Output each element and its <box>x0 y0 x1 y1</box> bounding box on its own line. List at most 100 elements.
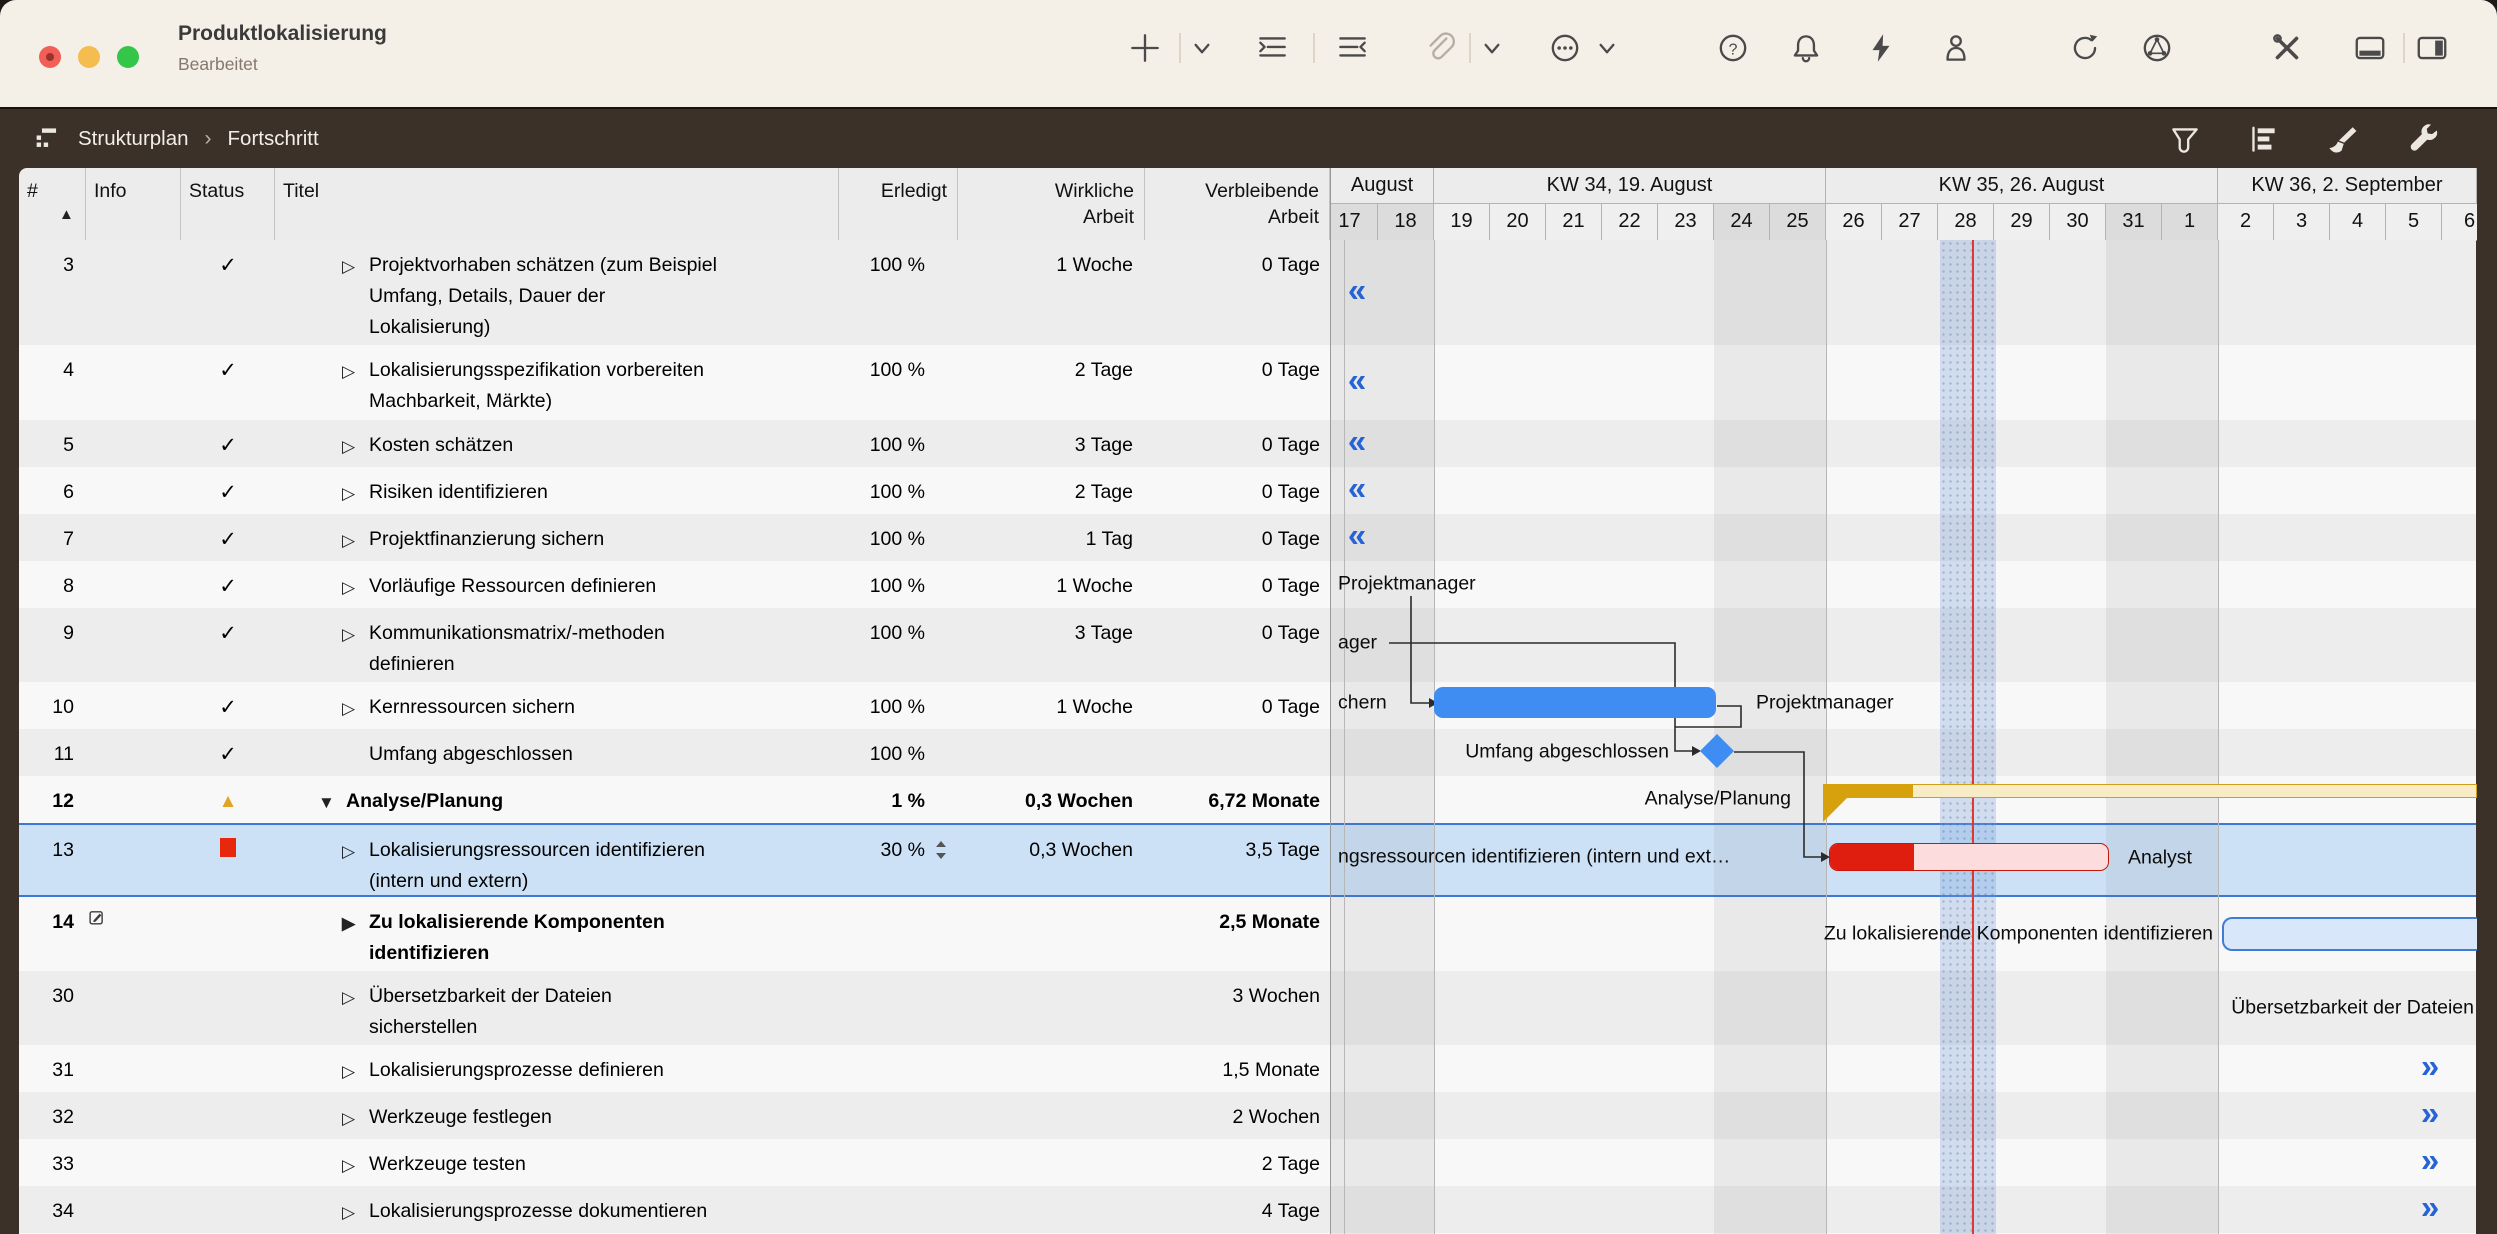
offscreen-left-icon[interactable]: « <box>1348 271 1366 309</box>
task-title: Umfang abgeschlossen <box>369 739 839 770</box>
offscreen-right-icon[interactable]: » <box>2421 1094 2439 1132</box>
outdent-icon[interactable] <box>1334 30 1370 66</box>
network-icon[interactable] <box>2139 30 2175 66</box>
check-icon: ✓ <box>219 622 237 645</box>
column-header-wirkliche[interactable]: WirklicheArbeit <box>958 168 1145 240</box>
task-title-cell: ▶Zu lokalisierende Komponentenidentifizi… <box>275 897 839 969</box>
milestone-diamond[interactable] <box>1697 731 1737 771</box>
disclosure-triangle[interactable]: ▶ <box>342 908 355 939</box>
disclosure-triangle[interactable]: ▷ <box>342 836 355 867</box>
day-header-cell: 30 <box>2050 204 2106 240</box>
note-icon[interactable] <box>88 909 112 933</box>
svg-text:?: ? <box>1729 41 1738 58</box>
offscreen-right-icon[interactable]: » <box>2421 1047 2439 1085</box>
disclosure-triangle[interactable]: ▷ <box>342 431 355 462</box>
disclosure-triangle[interactable]: ▼ <box>318 787 335 818</box>
day-header-cell: 20 <box>1490 204 1546 240</box>
minimize-button[interactable] <box>78 46 100 68</box>
erledigt-value: 100 % <box>839 608 925 649</box>
offscreen-left-icon[interactable]: « <box>1348 422 1366 460</box>
gantt-label: chern <box>1338 692 1387 715</box>
zoom-button[interactable] <box>117 46 139 68</box>
verbleibende-arbeit-value: 0 Tage <box>1145 420 1320 461</box>
tools-icon[interactable] <box>2269 30 2305 66</box>
chevron-down-icon[interactable] <box>1474 30 1510 66</box>
task-number: 9 <box>19 608 74 649</box>
percent-stepper[interactable] <box>934 839 948 861</box>
paperclip-icon[interactable] <box>1421 30 1457 66</box>
offscreen-right-icon[interactable]: » <box>2421 1141 2439 1179</box>
wirkliche-arbeit-value <box>958 897 1133 907</box>
disclosure-triangle[interactable]: ▷ <box>342 572 355 603</box>
brush-icon[interactable] <box>2321 122 2359 158</box>
disclosure-triangle[interactable]: ▷ <box>342 982 355 1013</box>
bell-icon[interactable] <box>1788 30 1824 66</box>
close-button[interactable] <box>39 46 61 68</box>
column-header-num[interactable]: #▲ <box>19 168 86 240</box>
gantt-label: ngsressourcen identifizieren (intern und… <box>1338 846 1730 869</box>
gantt-chart: ProjektmanageragerchernProjektmanagerUmf… <box>1330 240 2477 1234</box>
verbleibende-arbeit-value: 0 Tage <box>1145 345 1320 386</box>
offscreen-left-icon[interactable]: « <box>1348 361 1366 399</box>
task-title: Vorläufige Ressourcen definieren <box>369 571 839 602</box>
day-header-cell: 23 <box>1658 204 1714 240</box>
check-icon: ✓ <box>219 254 237 277</box>
disclosure-triangle[interactable]: ▷ <box>342 1103 355 1134</box>
summary-bar-analyse-planung[interactable] <box>1823 784 1913 798</box>
person-icon[interactable] <box>1938 30 1974 66</box>
gantt-label: Umfang abgeschlossen <box>1465 741 1669 764</box>
disclosure-triangle[interactable]: ▷ <box>342 693 355 724</box>
filter-icon[interactable] <box>2166 122 2204 158</box>
sync-icon[interactable] <box>2067 30 2103 66</box>
column-header-verbleibende[interactable]: VerbleibendeArbeit <box>1145 168 1330 240</box>
column-header-erledigt[interactable]: Erledigt <box>839 168 958 240</box>
add-icon[interactable] <box>1127 30 1163 66</box>
outline-icon[interactable] <box>2244 122 2282 158</box>
breadcrumb-item-fortschritt[interactable]: Fortschritt <box>228 127 319 151</box>
warning-triangle-icon: ▲ <box>219 791 238 812</box>
more-circle-icon[interactable] <box>1547 30 1583 66</box>
day-header-cell: 17 <box>1330 204 1378 240</box>
panel-bottom-icon[interactable] <box>2352 30 2388 66</box>
check-icon: ✓ <box>219 528 237 551</box>
erledigt-value: 100 % <box>839 514 925 555</box>
panel-right-icon[interactable] <box>2414 30 2450 66</box>
help-icon[interactable]: ? <box>1715 30 1751 66</box>
day-header-cell: 18 <box>1378 204 1434 240</box>
bar-progress-fill <box>1830 844 1914 870</box>
task-number: 33 <box>19 1139 74 1180</box>
disclosure-triangle[interactable]: ▷ <box>342 478 355 509</box>
disclosure-triangle[interactable]: ▷ <box>342 525 355 556</box>
gantt-bar-lokalisierungsressourcen[interactable] <box>1829 843 2109 871</box>
day-header-cell: 26 <box>1826 204 1882 240</box>
task-title: Analyse/Planung <box>346 786 839 817</box>
chevron-down-icon[interactable] <box>1184 30 1220 66</box>
chevron-down-icon[interactable] <box>1589 30 1625 66</box>
gantt-bar-komponenten-identifizieren[interactable] <box>2222 917 2477 951</box>
disclosure-triangle[interactable]: ▷ <box>342 1056 355 1087</box>
task-number: 10 <box>19 682 74 723</box>
verbleibende-arbeit-value: 2,5 Monate <box>1145 897 1320 938</box>
column-header-status[interactable]: Status <box>181 168 275 240</box>
column-header-info[interactable]: Info <box>86 168 181 240</box>
status-icon-cell: ✓ <box>181 729 275 771</box>
column-header-titel[interactable]: Titel <box>275 168 839 240</box>
day-header-cell: 2 <box>2218 204 2274 240</box>
task-number: 12 <box>19 776 74 817</box>
breadcrumb-item-strukturplan[interactable]: Strukturplan <box>78 127 189 151</box>
disclosure-triangle[interactable]: ▷ <box>342 251 355 282</box>
wrench-icon[interactable] <box>2403 122 2441 158</box>
status-icon-cell <box>181 897 275 907</box>
bolt-icon[interactable] <box>1863 30 1899 66</box>
indent-icon[interactable] <box>1254 30 1290 66</box>
gantt-bar-kernressourcen[interactable] <box>1434 687 1716 718</box>
disclosure-triangle[interactable]: ▷ <box>342 619 355 650</box>
offscreen-left-icon[interactable]: « <box>1348 516 1366 554</box>
verbleibende-arbeit-value: 2 Tage <box>1145 1139 1320 1180</box>
disclosure-triangle[interactable]: ▷ <box>342 1150 355 1181</box>
offscreen-left-icon[interactable]: « <box>1348 469 1366 507</box>
offscreen-right-icon[interactable]: » <box>2421 1188 2439 1226</box>
disclosure-triangle[interactable]: ▷ <box>342 1197 355 1228</box>
overdue-square-icon <box>220 838 236 857</box>
disclosure-triangle[interactable]: ▷ <box>342 356 355 387</box>
